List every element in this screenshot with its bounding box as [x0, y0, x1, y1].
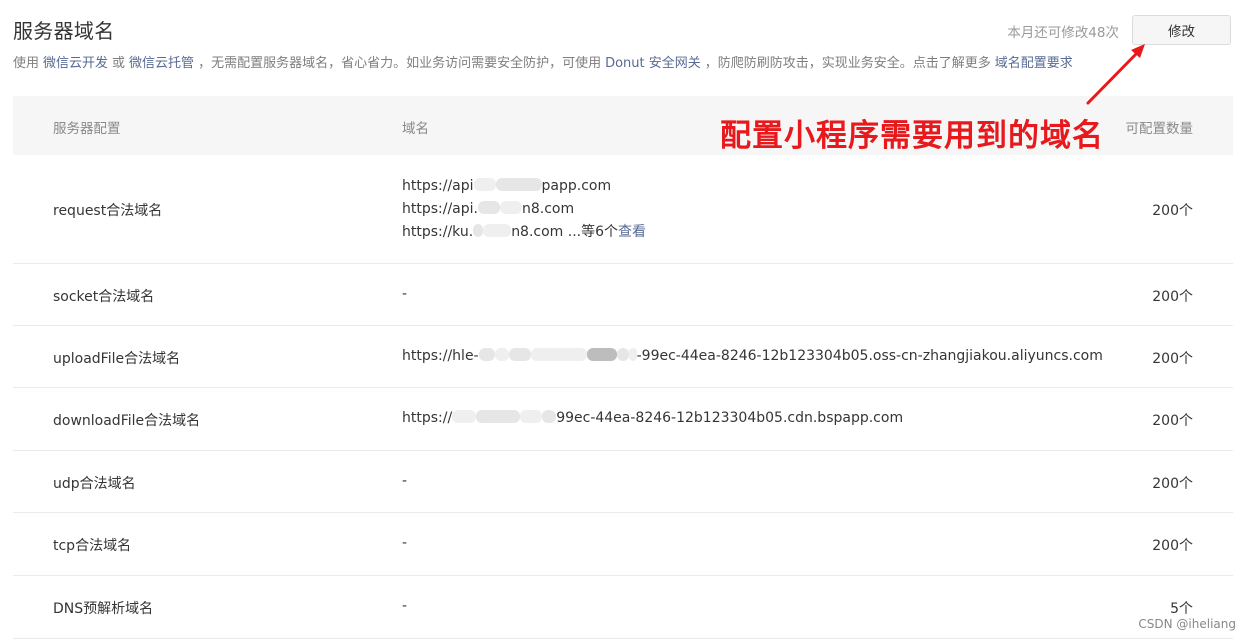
row-domain: - [402, 598, 408, 614]
row-name: request合法域名 [53, 203, 163, 219]
header-server-config: 服务器配置 [53, 121, 121, 137]
row-domains: https://api papp.com https://api. n8.com h… [402, 175, 646, 244]
row-count: 200个 [1152, 476, 1193, 492]
row-domain: https://99ec-44ea-8246-12b123304b05.cdn.… [402, 410, 904, 426]
link-cloud-dev[interactable]: 微信云开发 [43, 56, 108, 71]
desc-text-1: 使用 [13, 56, 40, 71]
row-domain: - [402, 473, 408, 489]
row-name: DNS预解析域名 [53, 601, 154, 617]
header-count: 可配置数量 [1125, 121, 1194, 137]
row-domain: - [402, 286, 408, 302]
description: 使用 微信云开发或微信云托管 ，无需配置服务器域名，省心省力。如业务访问需要安全防护… [13, 52, 1073, 71]
domain-line: https://api papp.com [402, 178, 612, 194]
row-name: udp合法域名 [53, 476, 136, 492]
edit-button[interactable]: 修改 [1132, 15, 1231, 45]
desc-text-2: 或 [112, 56, 126, 71]
row-count: 200个 [1152, 538, 1193, 554]
table-row: tcp合法域名 - 200个 [13, 513, 1233, 576]
row-name: downloadFile合法域名 [53, 413, 201, 429]
table-row: udp合法域名 - 200个 [13, 451, 1233, 513]
row-name: socket合法域名 [53, 289, 155, 305]
domain-line: https://ku. n8.com ...等6个查看 [402, 224, 647, 240]
table-row: socket合法域名 - 200个 [13, 264, 1233, 326]
watermark: CSDN @iheliang [1138, 617, 1236, 631]
row-count: 200个 [1152, 289, 1193, 305]
table-row: uploadFile合法域名 https://hle- -99ec-44ea-82… [13, 326, 1233, 388]
row-count: 200个 [1152, 413, 1193, 429]
annotation-text: 配置小程序需要用到的域名 [720, 118, 1104, 154]
link-domain-requirements[interactable]: 域名配置要求 [995, 56, 1073, 71]
view-more-link[interactable]: 查看 [618, 224, 646, 240]
table-row: DNS预解析域名 - 5个 [13, 576, 1233, 639]
row-name: uploadFile合法域名 [53, 351, 181, 367]
link-donut-gateway[interactable]: Donut 安全网关 [605, 56, 701, 71]
desc-text-4: ，防爬防刷防攻击，实现业务安全。点击了解更多 [704, 56, 991, 71]
row-count: 5个 [1170, 601, 1193, 617]
row-domain: - [402, 535, 408, 551]
link-cloud-hosting[interactable]: 微信云托管 [129, 56, 194, 71]
quota-text: 本月还可修改48次 [1007, 25, 1119, 41]
row-domain: https://hle- -99ec-44ea-8246-12b123304b05… [402, 348, 1103, 364]
row-count: 200个 [1152, 203, 1193, 219]
desc-text-3: ，无需配置服务器域名，省心省力。如业务访问需要安全防护，可使用 [198, 56, 602, 71]
page-title: 服务器域名 [13, 19, 115, 43]
header-domain: 域名 [402, 121, 429, 137]
table-row: downloadFile合法域名 https://99ec-44ea-8246-… [13, 388, 1233, 451]
table-row: request合法域名 https://api papp.com https://… [13, 155, 1233, 264]
row-count: 200个 [1152, 351, 1193, 367]
domain-line: https://api. n8.com [402, 201, 575, 217]
row-name: tcp合法域名 [53, 538, 132, 554]
